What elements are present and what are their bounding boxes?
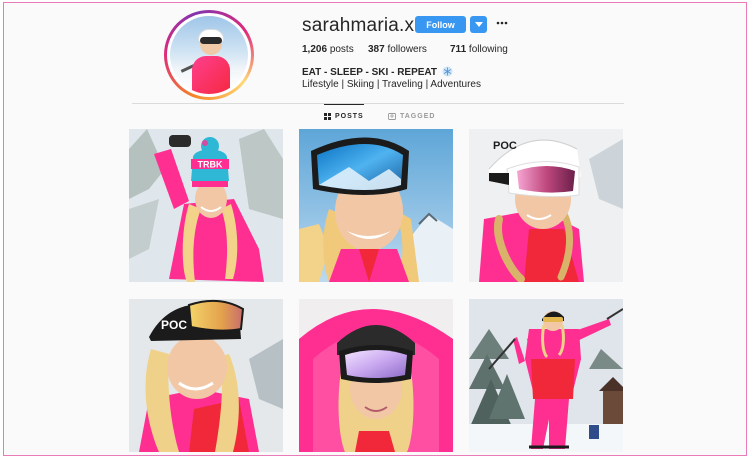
following-count[interactable]: 711 following [450,44,508,55]
post-image: POC [129,299,283,452]
posts-count: 1,206 posts [302,44,354,55]
hat-logo-text: TRBK [198,160,223,170]
helmet-logo-text: POC [161,318,187,332]
followers-count[interactable]: 387 followers [368,44,427,55]
profile-avatar[interactable] [164,10,254,100]
tag-icon [388,112,396,120]
chevron-down-icon [474,21,483,27]
helmet-logo-text: POC [493,140,517,152]
grid-icon [324,113,331,120]
tab-divider [132,103,624,104]
post-tile[interactable] [299,129,453,282]
post-tile[interactable]: POC [469,129,623,282]
snowflake-icon [442,66,453,77]
profile-bio: Lifestyle | Skiing | Traveling | Adventu… [302,79,481,90]
post-tile[interactable] [469,299,623,452]
follow-button[interactable]: Follow [415,16,466,33]
post-image [299,299,453,452]
more-options-button[interactable] [494,15,510,31]
more-icon [496,21,508,25]
tab-tagged[interactable]: TAGGED [388,104,435,128]
post-tile[interactable]: POC [129,299,283,452]
post-image: POC [469,129,623,282]
profile-full-name: EAT - SLEEP - SKI - REPEAT [302,66,453,78]
tab-posts[interactable]: POSTS [324,104,364,128]
post-tile[interactable] [299,299,453,452]
profile-page: sarahmaria.x3na Follow 1,206 posts 387 f… [3,2,747,456]
avatar-image [170,16,248,94]
post-image: TRBK [129,129,283,282]
suggested-dropdown-button[interactable] [470,16,487,33]
post-image [469,299,623,452]
post-image [299,129,453,282]
post-tile[interactable]: TRBK [129,129,283,282]
